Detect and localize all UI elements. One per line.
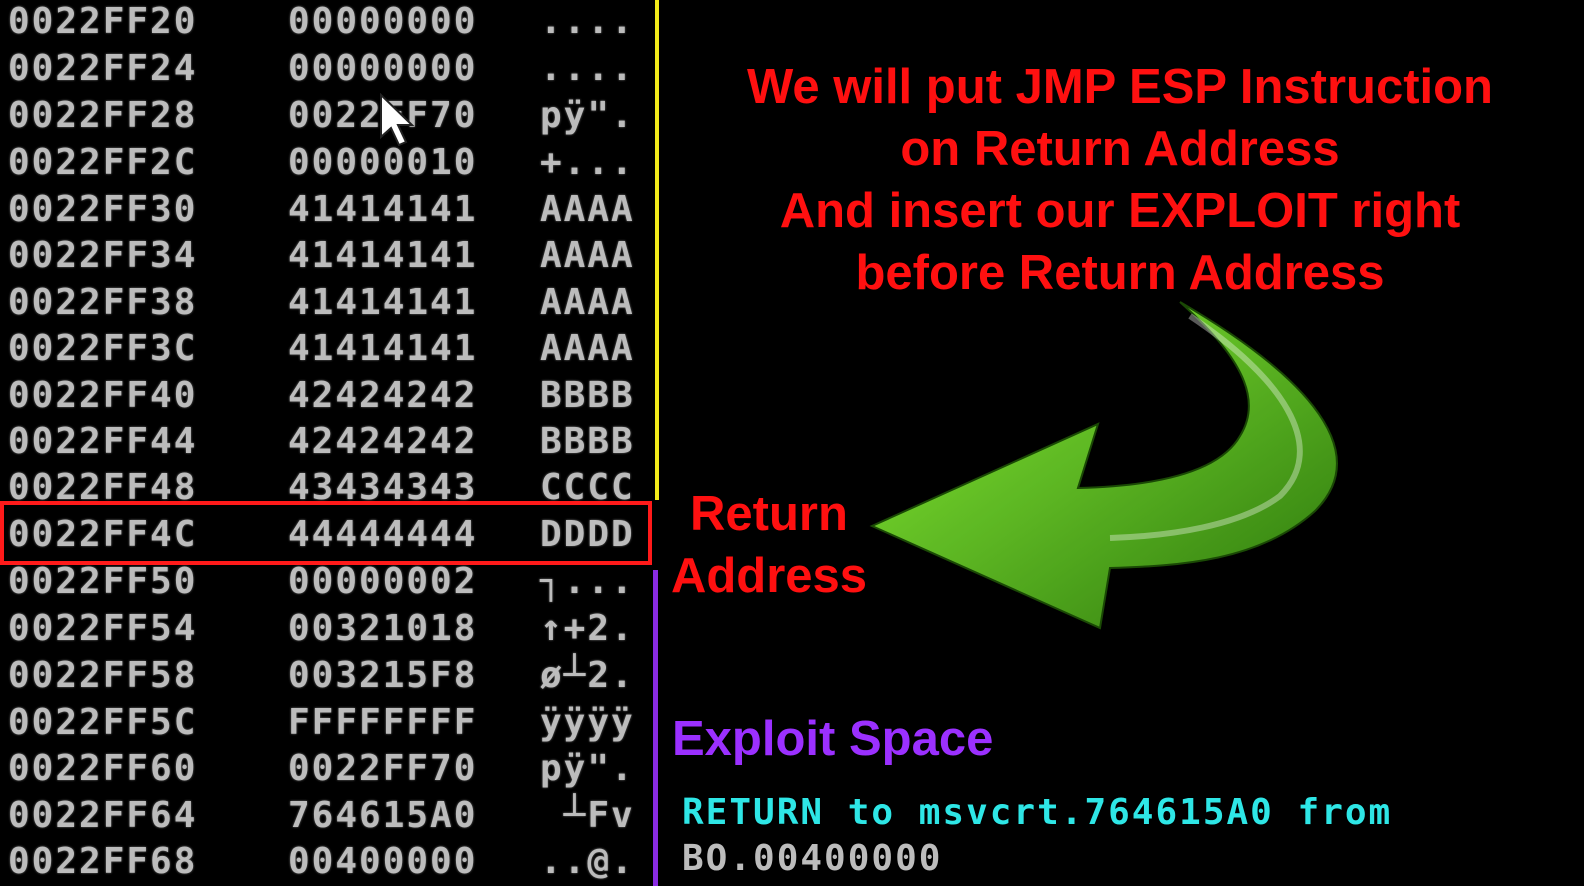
stack-address: 0022FF20	[8, 1, 198, 42]
stack-value: 41414141	[288, 282, 478, 323]
stack-value: 003215F8	[288, 655, 478, 696]
stack-value: 41414141	[288, 235, 478, 276]
return-address-label: Return Address	[664, 483, 874, 607]
stack-address: 0022FF5C	[8, 702, 198, 743]
stack-address: 0022FF38	[8, 282, 198, 323]
stack-ascii: BBBB	[540, 375, 635, 416]
stack-address: 0022FF30	[8, 189, 198, 230]
stack-row[interactable]: 0022FF34 41414141 AAAA	[0, 232, 656, 279]
stack-value: 764615A0	[288, 795, 478, 836]
stack-ascii: AAAA	[540, 235, 635, 276]
stack-row[interactable]: 0022FF3C 41414141 AAAA	[0, 325, 656, 372]
stack-row[interactable]: 0022FF24 00000000....	[0, 45, 656, 92]
stack-address: 0022FF50	[8, 561, 198, 602]
stack-address: 0022FF34	[8, 235, 198, 276]
stack-ascii: AAAA	[540, 282, 635, 323]
stack-ascii: ÿÿÿÿ	[540, 702, 635, 743]
explanation-text: We will put JMP ESP Instruction on Retur…	[690, 56, 1550, 304]
stack-address: 0022FF24	[8, 48, 198, 89]
stack-row[interactable]: 0022FF38 41414141 AAAA	[0, 279, 656, 326]
module-address-line: BO.00400000	[682, 838, 943, 879]
stack-value: 42424242	[288, 421, 478, 462]
stack-value: 0022FF70	[288, 748, 478, 789]
curved-arrow-icon	[869, 301, 1338, 630]
stack-ascii: ø┴2.	[540, 655, 635, 696]
stack-ascii: AAAA	[540, 189, 635, 230]
stack-ascii: AAAA	[540, 328, 635, 369]
stack-row[interactable]: 0022FF44 42424242 BBBB	[0, 418, 656, 465]
stack-address: 0022FF44	[8, 421, 198, 462]
return-label-line: Address	[670, 549, 868, 603]
stack-value: 00321018	[288, 608, 478, 649]
stack-ascii: ┴Fv	[540, 795, 635, 836]
explanation-line: on Return Address	[900, 122, 1340, 176]
stack-row[interactable]: 0022FF60 0022FF70 pÿ".	[0, 745, 656, 792]
stack-dump-panel: 0022FF20 00000000.... 0022FF24 00000000....…	[0, 0, 656, 886]
stack-address: 0022FF3C	[8, 328, 198, 369]
stack-value: 00000000	[288, 1, 478, 42]
return-comment: RETURN to msvcrt.764615A0 from	[682, 792, 1393, 833]
stack-ascii: pÿ".	[540, 95, 635, 136]
stack-ascii: ↑+2.	[540, 608, 635, 649]
video-frame: 0022FF20 00000000.... 0022FF24 00000000....…	[0, 0, 1584, 886]
stack-row[interactable]: 0022FF64 764615A0 ┴Fv	[0, 792, 656, 839]
stack-row[interactable]: 0022FF30 41414141 AAAA	[0, 186, 656, 233]
yellow-divider	[655, 0, 659, 500]
stack-row[interactable]: 0022FF5C FFFFFFFF ÿÿÿÿ	[0, 699, 656, 746]
stack-address: 0022FF60	[8, 748, 198, 789]
stack-address: 0022FF40	[8, 375, 198, 416]
stack-ascii: ....	[540, 48, 635, 89]
purple-divider	[653, 570, 658, 886]
stack-value: 41414141	[288, 328, 478, 369]
stack-address: 0022FF68	[8, 841, 198, 882]
stack-value: 00000000	[288, 48, 478, 89]
stack-value: 42424242	[288, 375, 478, 416]
stack-ascii: ┐...	[540, 561, 635, 602]
explanation-line: before Return Address	[855, 246, 1385, 300]
stack-value: 41414141	[288, 189, 478, 230]
stack-ascii: ..@.	[540, 841, 635, 882]
stack-row[interactable]: 0022FF58 003215F8 ø┴2.	[0, 652, 656, 699]
stack-row[interactable]: 0022FF2C 00000010 +...	[0, 139, 656, 186]
stack-row[interactable]: 0022FF54 00321018 ↑+2.	[0, 605, 656, 652]
stack-address: 0022FF2C	[8, 142, 198, 183]
stack-row[interactable]: 0022FF20 00000000....	[0, 0, 656, 45]
return-address-highlight	[0, 501, 652, 565]
stack-address: 0022FF58	[8, 655, 198, 696]
return-label-line: Return	[690, 487, 848, 541]
stack-value: 00000002	[288, 561, 478, 602]
stack-ascii: BBBB	[540, 421, 635, 462]
stack-row[interactable]: 0022FF50 00000002 ┐...	[0, 558, 656, 605]
stack-ascii: +...	[540, 142, 635, 183]
stack-address: 0022FF64	[8, 795, 198, 836]
stack-value: 00400000	[288, 841, 478, 882]
mouse-cursor-icon	[380, 93, 415, 147]
stack-address: 0022FF54	[8, 608, 198, 649]
stack-row[interactable]: 0022FF40 42424242 BBBB	[0, 372, 656, 419]
stack-address: 0022FF28	[8, 95, 198, 136]
stack-row[interactable]: 0022FF280022FF70pÿ".	[0, 92, 656, 139]
stack-ascii: ....	[540, 1, 635, 42]
exploit-space-label: Exploit Space	[672, 712, 994, 766]
explanation-line: And insert our EXPLOIT right	[779, 184, 1461, 238]
explanation-line: We will put JMP ESP Instruction	[746, 60, 1493, 114]
stack-value: FFFFFFFF	[288, 702, 478, 743]
stack-row[interactable]: 0022FF68 00400000 ..@.	[0, 838, 656, 885]
stack-ascii: pÿ".	[540, 748, 635, 789]
